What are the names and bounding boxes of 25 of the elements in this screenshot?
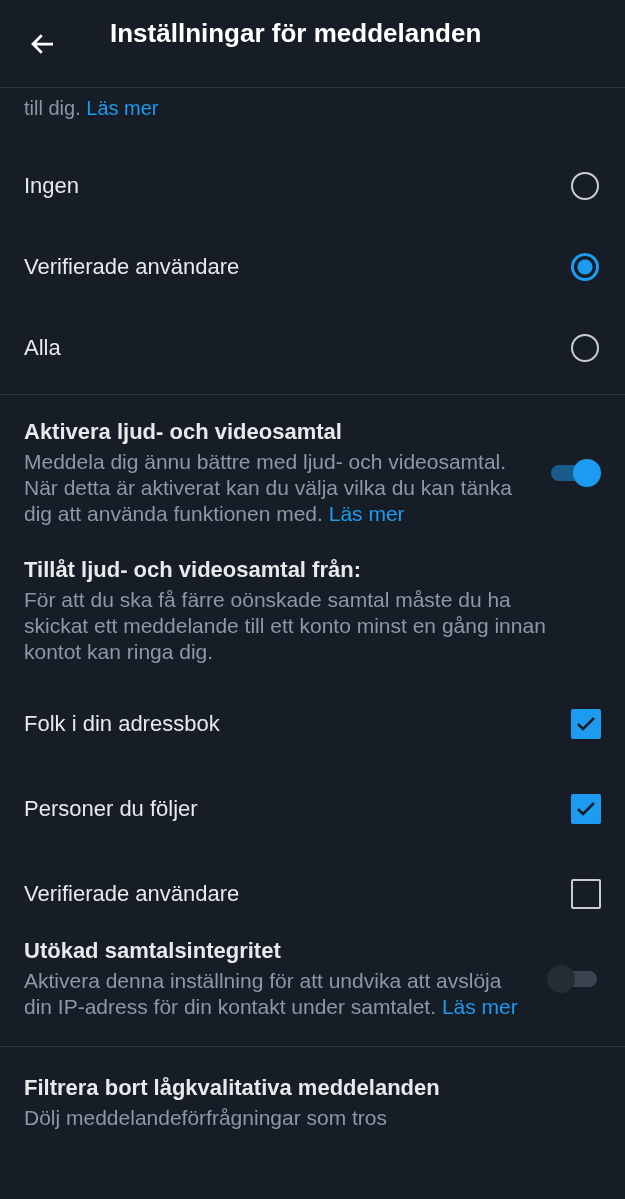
- checkbox[interactable]: [571, 793, 601, 824]
- setting-title: Filtrera bort lågkvalitativa meddelanden: [24, 1075, 441, 1101]
- read-more-link[interactable]: Läs mer: [328, 502, 405, 525]
- checkbox[interactable]: [571, 878, 601, 909]
- option-label: Verifierade användare: [24, 880, 240, 907]
- setting-title: Aktivera ljud- och videosamtal: [24, 419, 343, 445]
- read-more-link[interactable]: Läs mer: [441, 995, 518, 1018]
- option-label: Ingen: [24, 172, 80, 199]
- intro-text: till dig. Läs mer: [23, 96, 160, 121]
- setting-description: Aktivera denna inställning för att undvika att avslöja din IP-adress för din kontakt under samtalet. Läs mer: [24, 968, 519, 1020]
- checkbox[interactable]: [571, 708, 601, 739]
- setting-title: Utökad samtalsintegritet: [24, 938, 282, 964]
- setting-description: Dölj meddelandeförfrågningar som tros: [24, 1105, 389, 1131]
- option-label: Alla: [24, 334, 61, 361]
- option-label: Personer du följer: [24, 795, 198, 822]
- read-more-link[interactable]: Läs mer: [86, 97, 159, 119]
- option-label: Folk i din adressbok: [24, 710, 220, 737]
- radio-button[interactable]: [571, 252, 599, 281]
- radio-button[interactable]: [571, 171, 599, 200]
- section-title: Tillåt ljud- och videosamtal från:: [24, 557, 362, 583]
- page-title: Inställningar för meddelanden: [110, 18, 482, 49]
- option-label: Verifierade användare: [24, 253, 240, 280]
- radio-button[interactable]: [571, 333, 599, 362]
- section-description: För att du ska få färre oönskade samtal måste du ha skickat ett meddelande till ett konto minst en gång innan kontot kan ringa dig.: [24, 587, 547, 665]
- setting-description: Meddela dig ännu bättre med ljud- och videosamtal. När detta är aktiverat kan du välja vilka du kan tänka dig att använda funktionen med. Läs mer: [24, 449, 513, 527]
